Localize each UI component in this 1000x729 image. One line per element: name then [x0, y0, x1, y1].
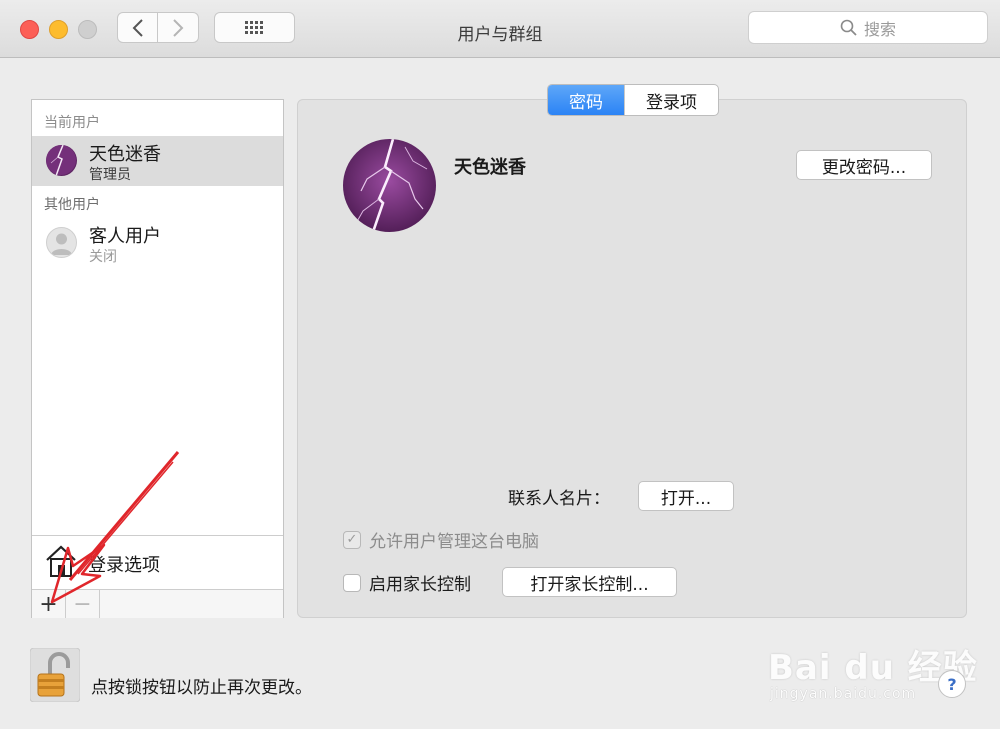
house-icon — [46, 545, 76, 577]
title-bar: 用户与群组 搜索 — [0, 0, 1000, 58]
grid-icon — [244, 20, 263, 34]
search-placeholder: 搜索 — [863, 19, 896, 39]
tab-password[interactable]: 密码 — [548, 85, 624, 115]
contact-card-label: 联系人名片： — [508, 489, 610, 509]
chevron-right-icon — [173, 18, 184, 37]
user-item-current[interactable]: 天色迷香 管理员 — [32, 136, 283, 186]
guest-name: 客人用户 — [89, 226, 161, 247]
allow-admin-checkbox[interactable]: ✓ — [343, 530, 361, 549]
tab-bar: 密码 登录项 — [547, 84, 719, 116]
open-parental-button[interactable]: 打开家长控制... — [502, 567, 677, 597]
open-contact-button[interactable]: 打开... — [638, 481, 734, 511]
zoom-window-button[interactable] — [78, 20, 97, 39]
watermark-url: jingyan.baidu.com — [770, 686, 917, 702]
person-icon — [46, 227, 77, 258]
user-name: 天色迷香 — [89, 144, 161, 165]
change-password-button[interactable]: 更改密码... — [796, 150, 932, 180]
allow-admin-row: ✓ 允许用户管理这台电脑 — [343, 527, 539, 552]
allow-admin-label: 允许用户管理这台电脑 — [369, 532, 539, 552]
other-users-header: 其他用户 — [44, 197, 100, 213]
parental-control-checkbox[interactable] — [343, 573, 361, 592]
search-icon — [840, 19, 857, 36]
list-toolbar: + − — [32, 589, 283, 618]
minimize-window-button[interactable] — [49, 20, 68, 39]
user-role: 管理员 — [89, 167, 131, 183]
lock-icon[interactable] — [30, 648, 80, 702]
login-options-item[interactable]: 登录选项 — [32, 535, 283, 589]
help-button[interactable]: ? — [938, 670, 966, 698]
avatar — [46, 145, 77, 176]
tab-login-items[interactable]: 登录项 — [624, 85, 718, 115]
current-users-header: 当前用户 — [44, 115, 100, 131]
search-field[interactable]: 搜索 — [748, 11, 988, 44]
chevron-left-icon — [132, 18, 143, 37]
parental-control-label: 启用家长控制 — [369, 575, 471, 595]
back-button[interactable] — [117, 12, 158, 43]
guest-status: 关闭 — [89, 249, 117, 265]
parental-row: 启用家长控制 — [343, 570, 471, 595]
user-item-guest[interactable]: 客人用户 关闭 — [32, 218, 283, 268]
user-full-name: 天色迷香 — [454, 157, 526, 178]
remove-user-button[interactable]: − — [66, 590, 100, 618]
user-list: 当前用户 天色迷香 管理员 其他用户 客人用户 关闭 登录选项 + − — [31, 99, 284, 618]
show-all-button[interactable] — [214, 12, 295, 43]
window-title: 用户与群组 — [457, 25, 543, 45]
login-options-label: 登录选项 — [88, 555, 160, 576]
add-user-button[interactable]: + — [32, 590, 66, 618]
lock-message: 点按锁按钮以防止再次更改。 — [91, 678, 312, 698]
close-window-button[interactable] — [20, 20, 39, 39]
forward-button[interactable] — [158, 12, 199, 43]
user-avatar-large[interactable] — [343, 139, 436, 232]
